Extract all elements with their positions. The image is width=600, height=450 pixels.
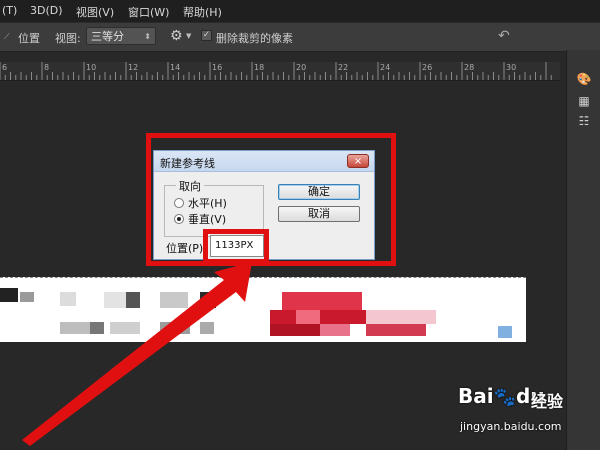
cancel-button[interactable]: 取消 — [278, 206, 360, 222]
dialog-title: 新建参考线 — [160, 157, 215, 170]
vertical-radio-label[interactable]: 垂直(V) — [188, 211, 226, 227]
vertical-radio[interactable] — [174, 214, 184, 224]
position-input[interactable]: 1133PX — [210, 235, 264, 257]
watermark-url: jingyan.baidu.com — [460, 420, 562, 433]
paw-icon: 🐾 — [493, 387, 517, 408]
jingyan-text: 经验 — [531, 392, 564, 411]
ok-button[interactable]: 确定 — [278, 184, 360, 200]
close-icon: × — [353, 156, 363, 167]
dialog-titlebar[interactable]: 新建参考线 × — [154, 151, 374, 172]
position-field-label: 位置(P): — [166, 242, 207, 255]
baidu-logo-text: Bai — [458, 384, 494, 408]
baidu-jingyan-watermark: Bai🐾du 经验 jingyan.baidu.com — [458, 384, 598, 444]
horizontal-radio[interactable] — [174, 198, 184, 208]
orientation-label: 取向 — [176, 178, 204, 194]
red-arrow-large — [22, 262, 252, 446]
horizontal-radio-label[interactable]: 水平(H) — [188, 195, 227, 211]
close-button[interactable]: × — [347, 154, 369, 168]
